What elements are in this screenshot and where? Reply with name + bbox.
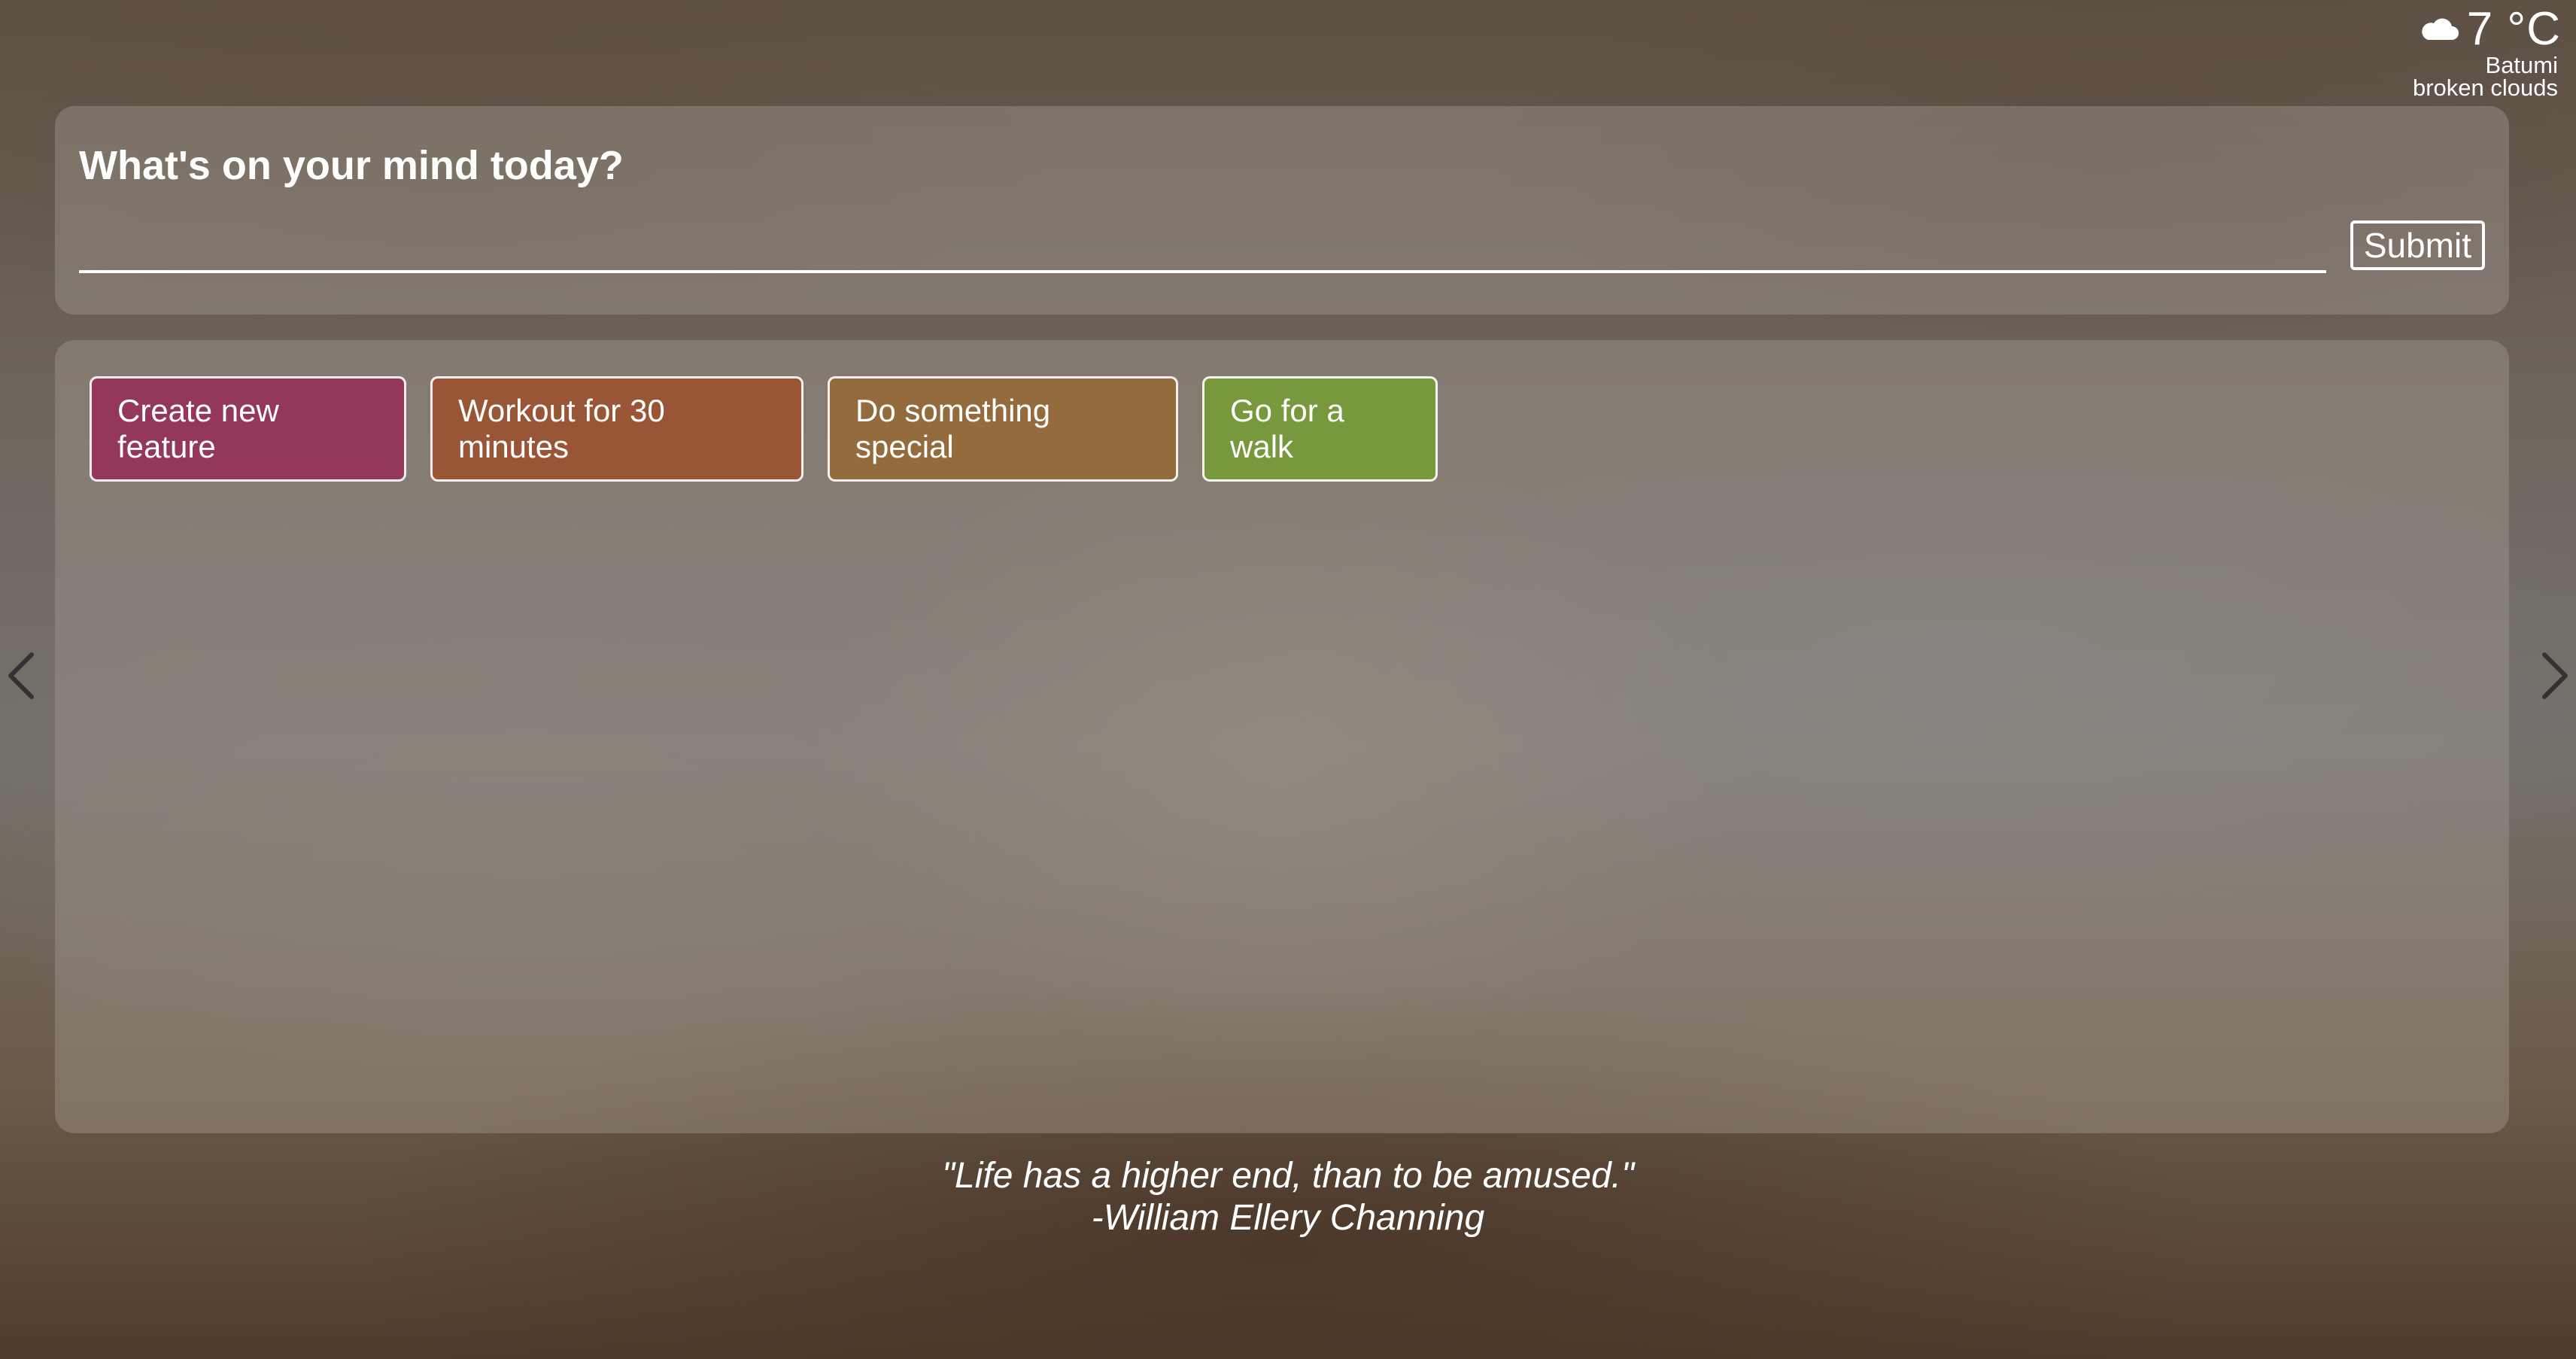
prompt-row: Submit	[79, 220, 2485, 273]
quote-text: "Life has a higher end, than to be amuse…	[941, 1156, 1635, 1196]
weather-summary: 7 °C	[2395, 5, 2561, 54]
cloud-icon	[2419, 16, 2459, 43]
weather-city: Batumi	[2485, 52, 2558, 78]
quote-author: -William Ellery Channing	[1091, 1198, 1485, 1238]
task-button[interactable]: Workout for 30 minutes	[430, 376, 803, 482]
prompt-input[interactable]	[79, 225, 2326, 273]
weather-temperature: 7 °C	[2466, 3, 2561, 55]
prompt-panel: What's on your mind today? Submit	[55, 106, 2509, 315]
task-button[interactable]: Do something special	[828, 376, 1178, 482]
task-list: Create new feature Workout for 30 minute…	[90, 376, 2474, 482]
tasks-panel: Create new feature Workout for 30 minute…	[55, 340, 2509, 1133]
quote-block: "Life has a higher end, than to be amuse…	[0, 1155, 2576, 1239]
prompt-title: What's on your mind today?	[79, 143, 624, 188]
chevron-left-icon[interactable]	[3, 649, 39, 703]
task-button[interactable]: Go for a walk	[1202, 376, 1438, 482]
task-button[interactable]: Create new feature	[90, 376, 406, 482]
weather-widget: 7 °C Batumi broken clouds	[2395, 5, 2561, 101]
weather-description: broken clouds	[2412, 74, 2558, 101]
submit-button[interactable]: Submit	[2350, 220, 2485, 270]
chevron-right-icon[interactable]	[2537, 649, 2573, 703]
